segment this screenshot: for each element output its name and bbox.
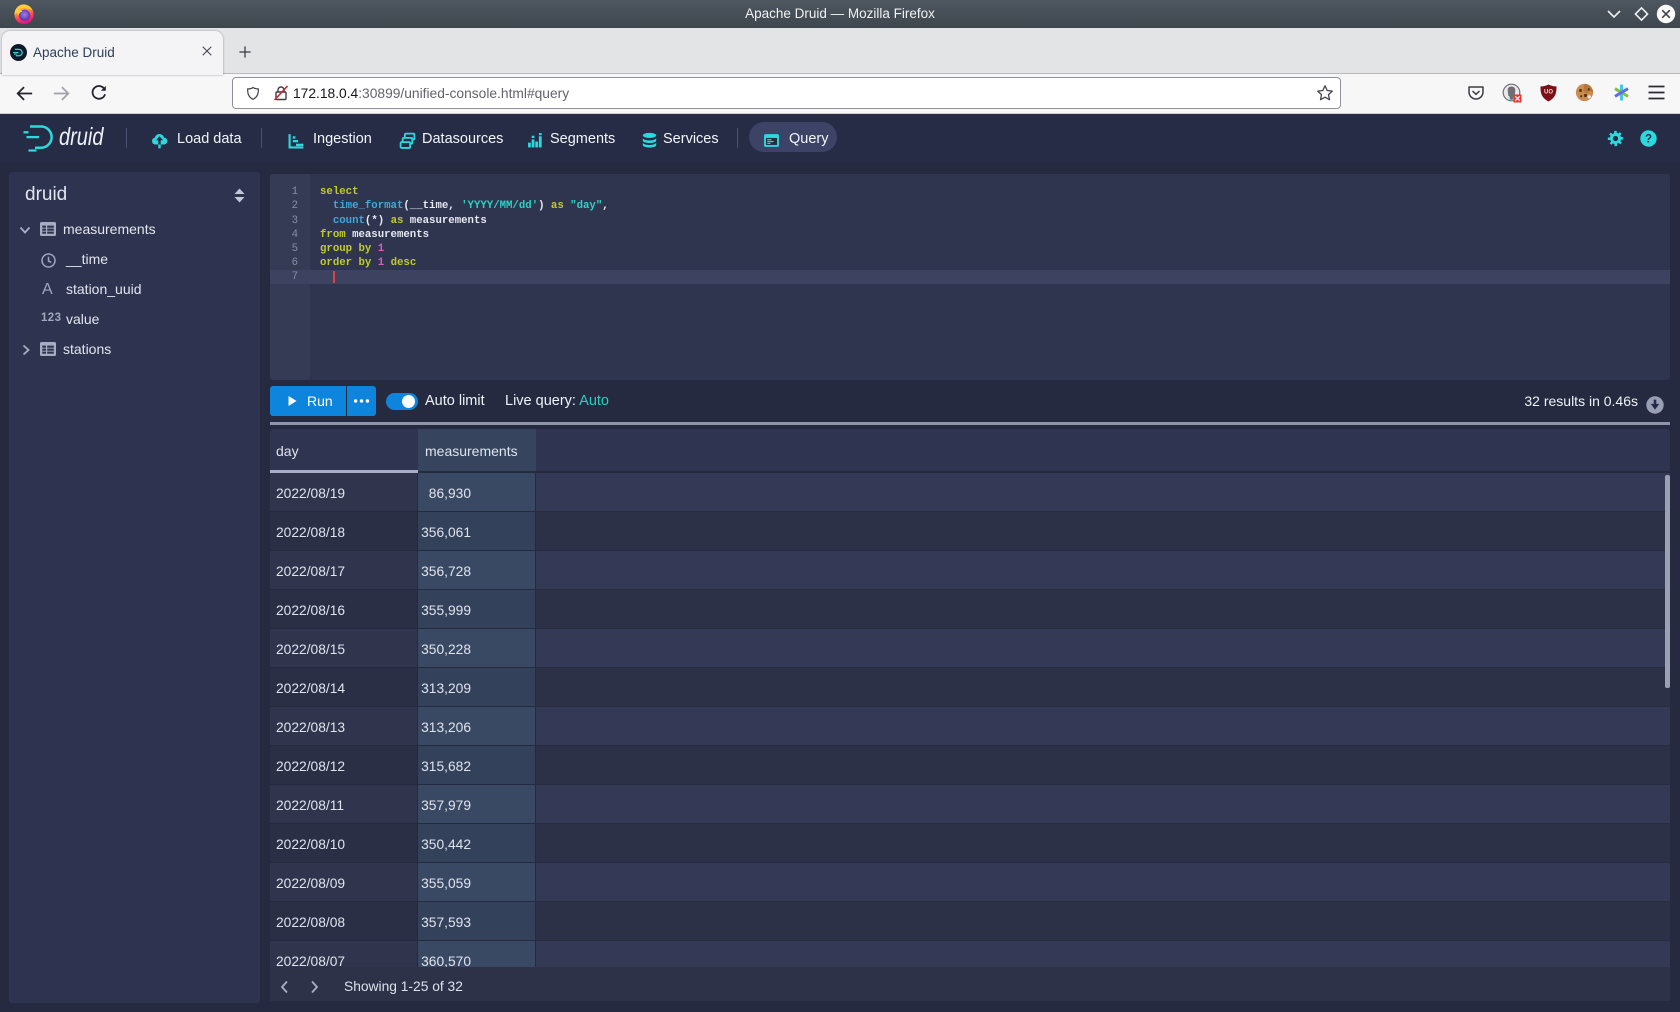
svg-text:UO: UO [1544,90,1553,96]
svg-text:?: ? [1645,134,1652,146]
